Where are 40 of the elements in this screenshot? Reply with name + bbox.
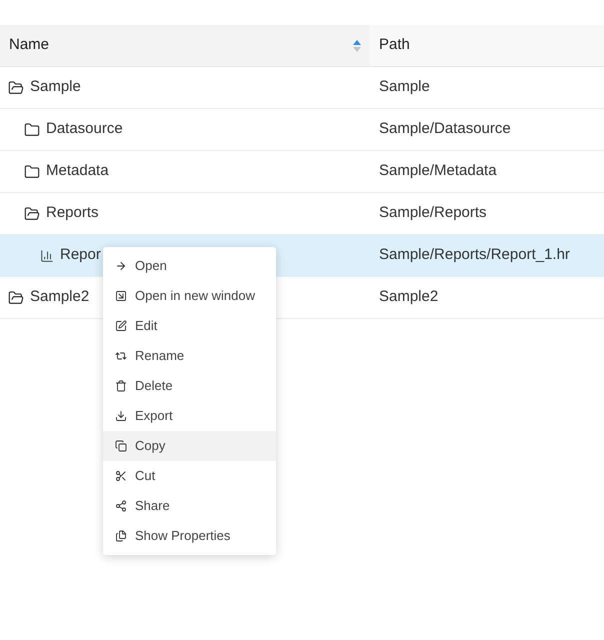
- item-name: Sample2: [30, 287, 90, 308]
- column-header[interactable]: Name: [0, 25, 370, 66]
- column-header[interactable]: Path: [370, 25, 604, 66]
- arrow-right-icon: [115, 260, 127, 272]
- item-name: Repor: [60, 245, 101, 266]
- menu-item[interactable]: Open: [103, 251, 276, 281]
- item-name: Sample: [30, 77, 81, 98]
- download-icon: [115, 410, 127, 422]
- share-icon: [115, 500, 127, 512]
- files-icon: [115, 530, 127, 542]
- open-folder-icon[interactable]: [8, 80, 24, 96]
- path-text: Sample2: [379, 287, 438, 308]
- menu-item[interactable]: Share: [103, 491, 276, 521]
- menu-item[interactable]: Edit: [103, 311, 276, 341]
- item-name: Datasource: [46, 119, 123, 140]
- item-name: Metadata: [46, 161, 109, 182]
- bar-chart-icon: [40, 248, 54, 262]
- path-text: Sample: [379, 77, 430, 98]
- menu-item[interactable]: Export: [103, 401, 276, 431]
- repeat-icon: [115, 350, 127, 362]
- pen-square-icon: [115, 320, 127, 332]
- menu-item[interactable]: Rename: [103, 341, 276, 371]
- copy-icon: [115, 440, 127, 452]
- open-folder-icon[interactable]: [8, 290, 24, 306]
- menu-item[interactable]: Open in new window: [103, 281, 276, 311]
- path-text: Sample/Datasource: [379, 119, 511, 140]
- path-text: Sample/Reports/Report_1.hr: [379, 245, 570, 266]
- item-name: Reports: [46, 203, 99, 224]
- folder-icon[interactable]: [24, 164, 40, 180]
- menu-item[interactable]: Copy: [103, 431, 276, 461]
- path-text: Sample/Metadata: [379, 161, 497, 182]
- folder-icon[interactable]: [24, 122, 40, 138]
- menu-item[interactable]: Delete: [103, 371, 276, 401]
- menu-item[interactable]: Show Properties: [103, 521, 276, 551]
- open-folder-icon[interactable]: [24, 206, 40, 222]
- scissors-icon: [115, 470, 127, 482]
- menu-item[interactable]: Cut: [103, 461, 276, 491]
- sort-icon[interactable]: [353, 40, 361, 52]
- path-text: Sample/Reports: [379, 203, 487, 224]
- trash-icon: [115, 380, 127, 392]
